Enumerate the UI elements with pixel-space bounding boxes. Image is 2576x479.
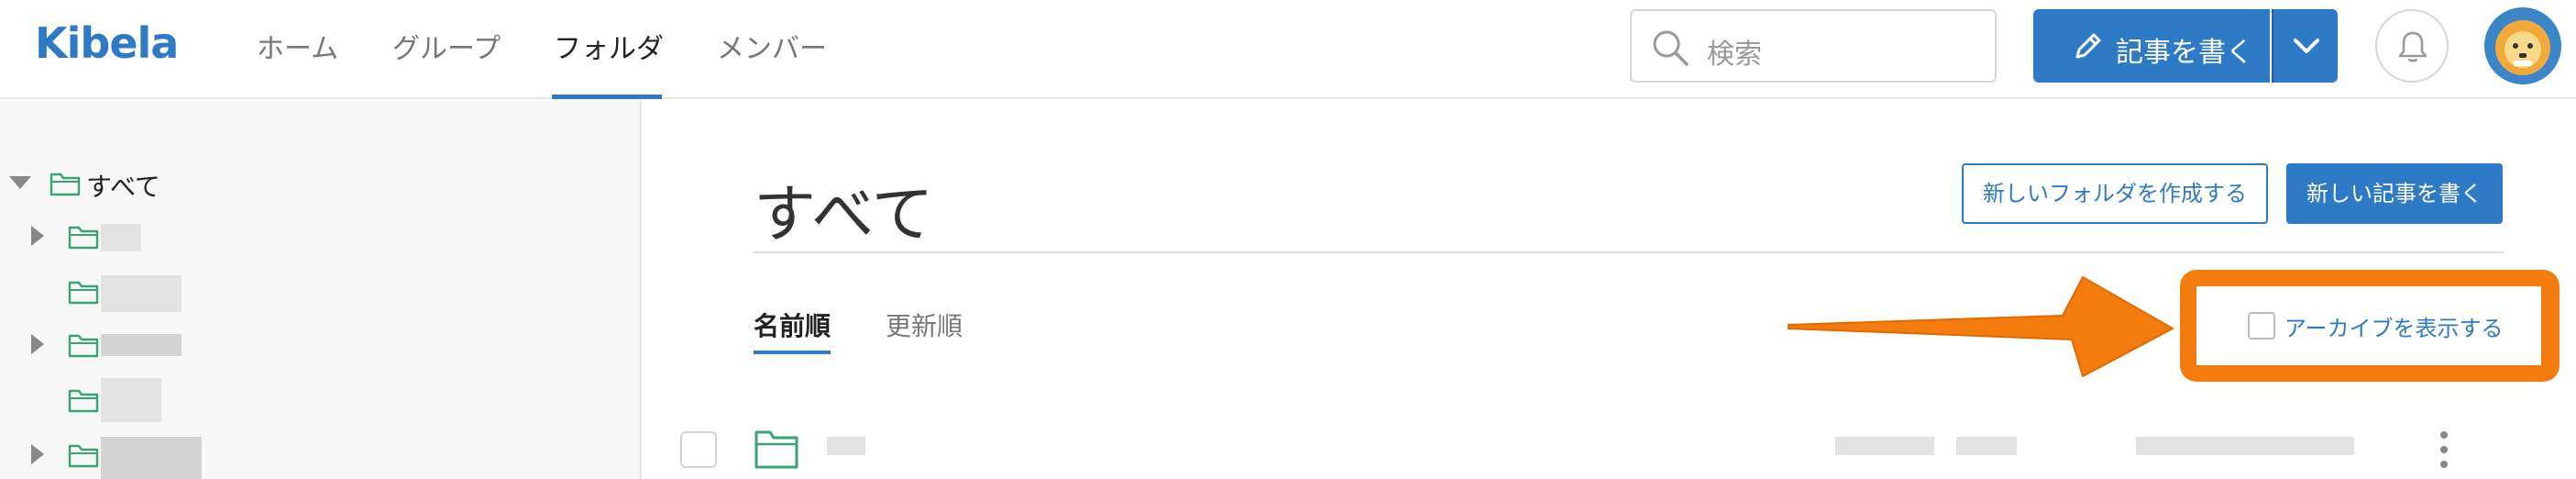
user-avatar-icon[interactable] (2484, 7, 2561, 84)
write-article-label: 記事を書く (2116, 37, 2253, 69)
expand-arrow-icon[interactable] (31, 444, 44, 464)
folder-icon (68, 334, 99, 358)
nav-members[interactable]: メンバー (717, 26, 827, 66)
search-icon (1653, 30, 1689, 66)
show-archive-checkbox[interactable] (2248, 312, 2275, 340)
more-options-icon[interactable] (2438, 429, 2449, 470)
search-placeholder: 検索 (1707, 39, 1762, 71)
annotation-arrow-icon (1788, 276, 2174, 377)
sort-by-name-tab[interactable]: 名前順 (754, 306, 831, 343)
redacted-folder-name[interactable] (101, 378, 161, 422)
expand-arrow-icon[interactable] (31, 334, 44, 354)
create-folder-button[interactable]: 新しいフォルダを作成する (1962, 163, 2268, 224)
write-options-dropdown[interactable] (2272, 9, 2338, 83)
expand-arrow-icon[interactable] (31, 226, 44, 246)
folder-icon (68, 281, 99, 305)
pencil-icon (2075, 33, 2101, 59)
search-box[interactable]: 検索 (1630, 9, 1997, 83)
page-title: すべて (754, 179, 934, 251)
folder-icon (754, 430, 798, 469)
redacted-folder-name[interactable] (101, 334, 182, 356)
sort-active-indicator (754, 351, 831, 354)
notifications-button[interactable] (2375, 9, 2449, 83)
folder-icon (50, 173, 81, 196)
kibela-logo[interactable]: Kibela (35, 18, 179, 68)
folder-icon (68, 444, 99, 468)
nav-home[interactable]: ホーム (257, 26, 338, 66)
row-select-checkbox[interactable] (680, 431, 717, 468)
redacted-folder-name[interactable] (827, 437, 865, 455)
title-divider (754, 251, 2504, 253)
nav-active-indicator (552, 95, 662, 99)
redacted-folder-name[interactable] (101, 224, 141, 251)
nav-folders[interactable]: フォルダ (554, 26, 664, 66)
sort-by-updated-tab[interactable]: 更新順 (886, 306, 963, 343)
redacted-folder-name[interactable] (101, 437, 202, 479)
bell-icon (2398, 31, 2427, 62)
show-archive-label[interactable]: アーカイブを表示する (2284, 310, 2504, 342)
redacted-meta (1835, 437, 1934, 455)
folder-icon (68, 389, 99, 413)
redacted-meta (2136, 437, 2354, 455)
nav-groups[interactable]: グループ (392, 26, 501, 66)
redacted-folder-name[interactable] (101, 275, 182, 312)
write-article-button[interactable]: 記事を書く (2033, 9, 2270, 83)
chevron-down-icon (2294, 39, 2319, 53)
redacted-meta (1956, 437, 2017, 455)
top-header: Kibela ホーム グループ フォルダ メンバー 検索 記事を書く (0, 0, 2576, 99)
folder-tree-sidebar: すべて (0, 101, 642, 479)
folder-icon (68, 226, 99, 250)
new-article-button[interactable]: 新しい記事を書く (2286, 163, 2503, 224)
collapse-arrow-icon[interactable] (9, 176, 31, 189)
tree-item-all[interactable]: すべて (86, 167, 160, 204)
